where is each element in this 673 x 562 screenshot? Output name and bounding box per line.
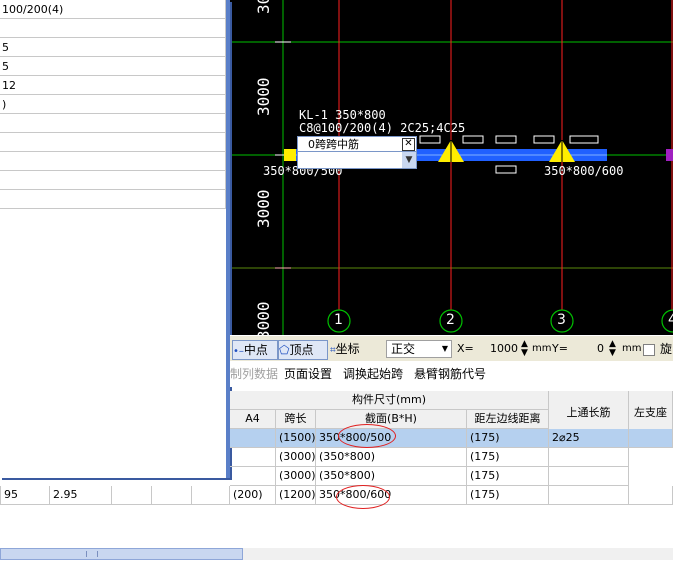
annotation-circle	[336, 485, 390, 509]
rotate-checkbox[interactable]	[643, 344, 655, 356]
cell-col1[interactable]: 2.95	[50, 486, 112, 505]
vertex-button[interactable]: ⬠顶点	[278, 340, 328, 360]
menu-item-copy-data[interactable]: 制列数据	[230, 365, 278, 383]
pentagon-icon: ⬠	[279, 343, 290, 357]
column-marker	[666, 149, 673, 161]
col-header-span: 跨长	[276, 410, 316, 429]
coord-label: 坐标	[335, 342, 360, 356]
property-value[interactable]: 12	[0, 75, 226, 95]
cell-top-bar[interactable]	[549, 448, 629, 467]
scrollbar-track[interactable]	[243, 548, 673, 560]
beam-rebar-label: C8@100/200(4) 2C25;4C25	[299, 121, 466, 135]
cell-section[interactable]: (350*800)	[316, 467, 467, 486]
midpoint-button[interactable]: •–中点	[232, 340, 278, 360]
x-input[interactable]: 1000	[476, 340, 518, 358]
midpoint-icon: •–	[233, 346, 244, 357]
cell-distance[interactable]: (175)	[467, 429, 549, 448]
table-menubar: 制列数据 页面设置 调换起始跨 悬臂钢筋代号	[230, 361, 673, 387]
x-unit: mm	[532, 343, 552, 354]
property-value[interactable]	[0, 151, 226, 171]
property-value[interactable]	[0, 113, 226, 133]
cell-a4[interactable]: (200)	[230, 486, 276, 505]
axis-number-3: 3	[557, 312, 566, 328]
midpoint-label: 中点	[243, 343, 268, 357]
col-header-distance: 距左边线距离	[467, 410, 549, 429]
cell-span[interactable]: (3000)	[276, 467, 316, 486]
chevron-down-icon: ▼	[441, 344, 448, 353]
panel-top-row-clip	[0, 0, 226, 8]
dim-text-3000-a: 3000	[254, 77, 273, 116]
annotation-circle	[338, 424, 396, 448]
cell-section[interactable]: (350*800)	[316, 448, 467, 467]
menu-item-page-setup[interactable]: 页面设置	[284, 365, 332, 383]
y-input[interactable]: 0	[570, 340, 604, 358]
dim-text-clipped: 3000	[252, 0, 276, 14]
cell-col4[interactable]	[192, 486, 230, 505]
property-value[interactable]: 5	[0, 37, 226, 57]
right-section-label: 350*800/600	[544, 164, 624, 178]
cell-top-bar[interactable]: 2⌀25	[549, 429, 629, 448]
cell-span[interactable]: (1200)	[276, 486, 316, 505]
axis-number-2: 2	[446, 312, 455, 328]
rotate-label: 旋	[660, 342, 673, 356]
cell-span[interactable]: (1500)	[276, 429, 316, 448]
cell-col3[interactable]	[152, 486, 192, 505]
dim-text-3000-b: 3000	[254, 189, 273, 228]
cell-distance[interactable]: (175)	[467, 448, 549, 467]
x-spinner-icon[interactable]: ▲ ▼	[521, 340, 528, 358]
y-unit: mm	[622, 343, 642, 354]
properties-table: 100/200(4) 5 5 12 )	[0, 0, 226, 209]
y-spinner-icon[interactable]: ▲ ▼	[609, 340, 616, 358]
axis-number-4: 4	[668, 312, 673, 328]
cell-a4[interactable]	[230, 429, 276, 448]
dropdown-value: 0跨跨中筋	[308, 138, 359, 151]
cell-left-seat[interactable]	[629, 429, 673, 448]
beam-label: KL-1 350*800	[299, 108, 386, 122]
vertex-label: 顶点	[289, 343, 314, 357]
menu-item-swap-start-span[interactable]: 调换起始跨	[343, 365, 403, 383]
cell-distance[interactable]: (175)	[467, 486, 549, 505]
cell-top-bar[interactable]	[549, 467, 629, 486]
property-value[interactable]	[0, 189, 226, 209]
cell-col0[interactable]: 95	[0, 486, 50, 505]
cell-left-seat[interactable]	[629, 486, 673, 505]
mode-select[interactable]: 正交 ▼	[386, 340, 452, 358]
property-value[interactable]	[0, 170, 226, 190]
chevron-down-icon[interactable]: ▼	[402, 152, 416, 168]
col-header-a4: A4	[230, 410, 276, 429]
cell-a4[interactable]	[230, 448, 276, 467]
close-icon[interactable]: ✕	[402, 138, 415, 151]
scroll-grip-icon	[86, 551, 98, 557]
cell-col2[interactable]	[112, 486, 152, 505]
cell-top-bar[interactable]	[549, 486, 629, 505]
dim-text-3000-c: 3000	[254, 301, 273, 335]
horizontal-scrollbar[interactable]	[0, 548, 243, 560]
property-value[interactable]: )	[0, 94, 226, 114]
cell-a4[interactable]	[230, 467, 276, 486]
property-value[interactable]	[0, 132, 226, 152]
cell-distance[interactable]: (175)	[467, 467, 549, 486]
span-table: 构件尺寸(mm) 上通长筋 左支座 A4 跨长 截面(B*H) 距左边线距离 (…	[0, 387, 673, 510]
property-value[interactable]	[0, 18, 226, 38]
dim-text: 3000	[254, 0, 273, 14]
cell-span[interactable]: (3000)	[276, 448, 316, 467]
axis-number-1: 1	[334, 312, 343, 328]
snap-toolbar: •–中点 ⬠顶点 ⌗坐标 正交 ▼ X= 1000 ▲ ▼ mm Y= 0 ▲ ▼ …	[230, 335, 673, 363]
menu-item-cantilever-code[interactable]: 悬臂钢筋代号	[414, 365, 486, 383]
y-label: Y=	[552, 342, 568, 355]
rebar-value-combobox[interactable]: ▼	[297, 151, 417, 169]
property-value[interactable]: 5	[0, 56, 226, 76]
x-label: X=	[457, 342, 474, 355]
mode-value: 正交	[391, 342, 416, 356]
group-header: 构件尺寸(mm)	[230, 391, 549, 410]
beam-end-cap	[284, 149, 296, 161]
col-header-section: 截面(B*H)	[316, 410, 467, 429]
coord-button[interactable]: ⌗坐标	[330, 340, 376, 358]
